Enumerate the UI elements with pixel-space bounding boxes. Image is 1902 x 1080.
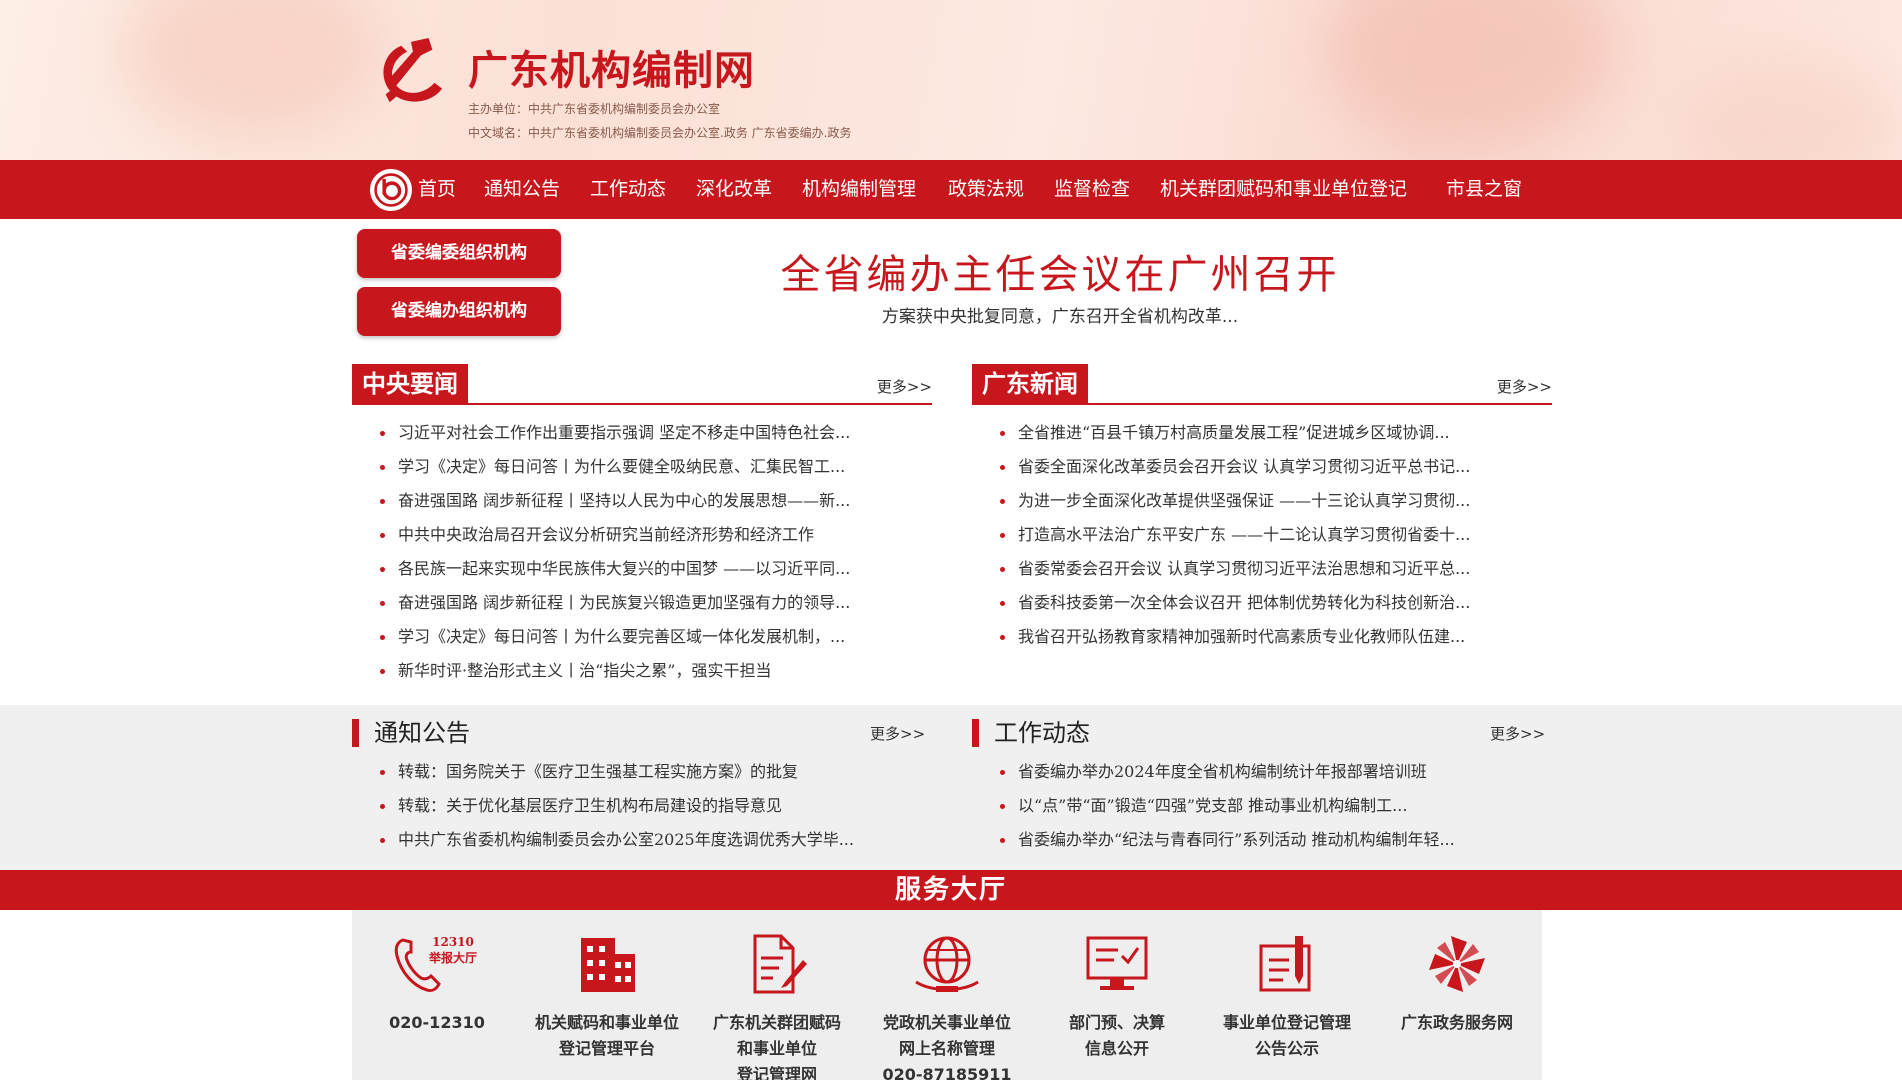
notices-more-link[interactable]: 更多>> [870,723,925,744]
list-item[interactable]: 全省推进“百县千镇万村高质量发展工程”促进城乡区域协调... [996,416,1542,450]
list-item[interactable]: 省委全面深化改革委员会召开会议 认真学习贯彻习近平总书记... [996,450,1542,484]
nav-registration[interactable]: 机关群团赋码和事业单位登记 [1160,160,1407,219]
list-item[interactable]: 转载：关于优化基层医疗卫生机构布局建设的指导意见 [376,789,922,823]
work-news-title[interactable]: 工作动态 [972,717,1090,749]
service-gd-registration-net[interactable]: 广东机关群团赋码 和事业单位 登记管理网 [692,910,862,1080]
nav-org-management[interactable]: 机构编制管理 [802,160,916,219]
list-item[interactable]: 新华时评·整治形式主义丨治“指尖之累”，强实干担当 [376,654,922,688]
service-label: 广东机关群团赋码 和事业单位 登记管理网 [712,1013,841,1080]
phone-report-icon: 12310 举报大厅 [394,935,477,992]
list-item[interactable]: 中共广东省委机构编制委员会办公室2025年度选调优秀大学毕... [376,823,922,857]
provincial-committee-org-button[interactable]: 省委编委组织机构 [357,229,561,278]
headline-title[interactable]: 全省编办主任会议在广州召开 [620,242,1500,300]
sponsor-text: 主办单位：中共广东省委机构编制委员会办公室 [468,102,721,116]
nav-home[interactable]: 首页 [418,160,456,219]
nav-work-news[interactable]: 工作动态 [590,160,666,219]
headline-subtitle[interactable]: 方案获中央批复同意，广东召开全省机构改革... [620,302,1500,327]
report-icon-number: 12310 [432,935,474,949]
service-label: 党政机关事业单位 网上名称管理 020-87185911 [882,1013,1012,1080]
site-header: 广东机构编制网 主办单位：中共广东省委机构编制委员会办公室 中文域名：中共广东省… [0,0,1902,160]
nav-policy[interactable]: 政策法规 [948,160,1024,219]
list-item[interactable]: 为进一步全面深化改革提供坚强保证 ——十三论认真学习贯彻... [996,484,1542,518]
monitor-check-icon [1086,936,1148,990]
service-label: 广东政务服务网 [1400,1013,1513,1032]
building-icon [581,938,635,992]
list-item[interactable]: 省委科技委第一次全体会议召开 把体制优势转化为科技创新治... [996,586,1542,620]
list-item[interactable]: 奋进强国路 阔步新征程丨坚持以人民为中心的发展思想——新... [376,484,922,518]
nav-reform[interactable]: 深化改革 [696,160,772,219]
gd-news-more-link[interactable]: 更多>> [1497,376,1552,397]
list-item[interactable]: 奋进强国路 阔步新征程丨为民族复兴锻造更加坚强有力的领导... [376,586,922,620]
service-hall-title: 服务大厅 [0,870,1902,910]
party-emblem-icon [383,37,443,103]
list-item[interactable]: 转载：国务院关于《医疗卫生强基工程实施方案》的批复 [376,755,922,789]
notices-list: 转载：国务院关于《医疗卫生强基工程实施方案》的批复 转载：关于优化基层医疗卫生机… [376,755,922,857]
nav-supervision[interactable]: 监督检查 [1054,160,1130,219]
site-title[interactable]: 广东机构编制网 [468,38,755,96]
notices-title[interactable]: 通知公告 [352,717,470,749]
notice-board-icon [1259,936,1311,992]
notices-work-band [0,705,1902,870]
list-item[interactable]: 以“点”带“面”锻造“四强”党支部 推动事业机构编制工... [996,789,1542,823]
central-news-title[interactable]: 中央要闻 [352,364,468,405]
service-label: 020-12310 [389,1013,485,1032]
service-label: 部门预、决算 信息公开 [1068,1013,1165,1058]
work-news-list: 省委编办举办2024年度全省机构编制统计年报部署培训班 以“点”带“面”锻造“四… [996,755,1542,857]
central-news-more-link[interactable]: 更多>> [877,376,932,397]
service-registration-notice[interactable]: 事业单位登记管理 公告公示 [1202,910,1372,1080]
work-news-more-link[interactable]: 更多>> [1490,723,1545,744]
nav-city-window[interactable]: 市县之窗 [1446,160,1522,219]
list-item[interactable]: 习近平对社会工作作出重要指示强调 坚定不移走中国特色社会... [376,416,922,450]
service-registration-platform[interactable]: 机关赋码和事业单位 登记管理平台 [522,910,692,1080]
gd-news-list: 全省推进“百县千镇万村高质量发展工程”促进城乡区域协调... 省委全面深化改革委… [996,416,1542,654]
list-item[interactable]: 中共中央政治局召开会议分析研究当前经济形势和经济工作 [376,518,922,552]
service-label: 机关赋码和事业单位 登记管理平台 [534,1013,679,1058]
list-item[interactable]: 打造高水平法治广东平安广东 ——十二论认真学习贯彻省委十... [996,518,1542,552]
list-item[interactable]: 省委编办举办“纪法与青春同行”系列活动 推动机构编制年轻... [996,823,1542,857]
domain-text: 中文域名：中共广东省委机构编制委员会办公室.政务 广东省委编办.政务 [468,126,852,140]
service-label: 事业单位登记管理 公告公示 [1222,1013,1351,1058]
home-logo-icon[interactable] [370,169,412,211]
service-budget-disclosure[interactable]: 部门预、决算 信息公开 [1032,910,1202,1080]
list-item[interactable]: 省委编办举办2024年度全省机构编制统计年报部署培训班 [996,755,1542,789]
list-item[interactable]: 学习《决定》每日问答丨为什么要健全吸纳民意、汇集民智工... [376,450,922,484]
nav-notices[interactable]: 通知公告 [484,160,560,219]
list-item[interactable]: 各民族一起来实现中华民族伟大复兴的中国梦 ——以习近平同... [376,552,922,586]
globe-icon [915,936,979,992]
central-news-header: 中央要闻 更多>> [352,364,932,405]
service-gd-gov-services[interactable]: 广东政务服务网 [1372,910,1542,1080]
provincial-office-org-button[interactable]: 省委编办组织机构 [357,287,561,336]
list-item[interactable]: 学习《决定》每日问答丨为什么要完善区域一体化发展机制，... [376,620,922,654]
central-news-list: 习近平对社会工作作出重要指示强调 坚定不移走中国特色社会... 学习《决定》每日… [376,416,922,688]
pinwheel-icon [1429,936,1485,992]
gd-news-header: 广东新闻 更多>> [972,364,1552,405]
service-name-management[interactable]: 党政机关事业单位 网上名称管理 020-87185911 [862,910,1032,1080]
report-icon-label: 举报大厅 [428,950,477,965]
main-nav: 首页 通知公告 工作动态 深化改革 机构编制管理 政策法规 监督检查 机关群团赋… [0,160,1902,219]
list-item[interactable]: 我省召开弘扬教育家精神加强新时代高素质专业化教师队伍建... [996,620,1542,654]
gd-news-title[interactable]: 广东新闻 [972,364,1088,405]
service-report-hall[interactable]: 12310 举报大厅 020-12310 [352,910,522,1080]
list-item[interactable]: 省委常委会召开会议 认真学习贯彻习近平法治思想和习近平总... [996,552,1542,586]
document-edit-icon [753,934,807,994]
